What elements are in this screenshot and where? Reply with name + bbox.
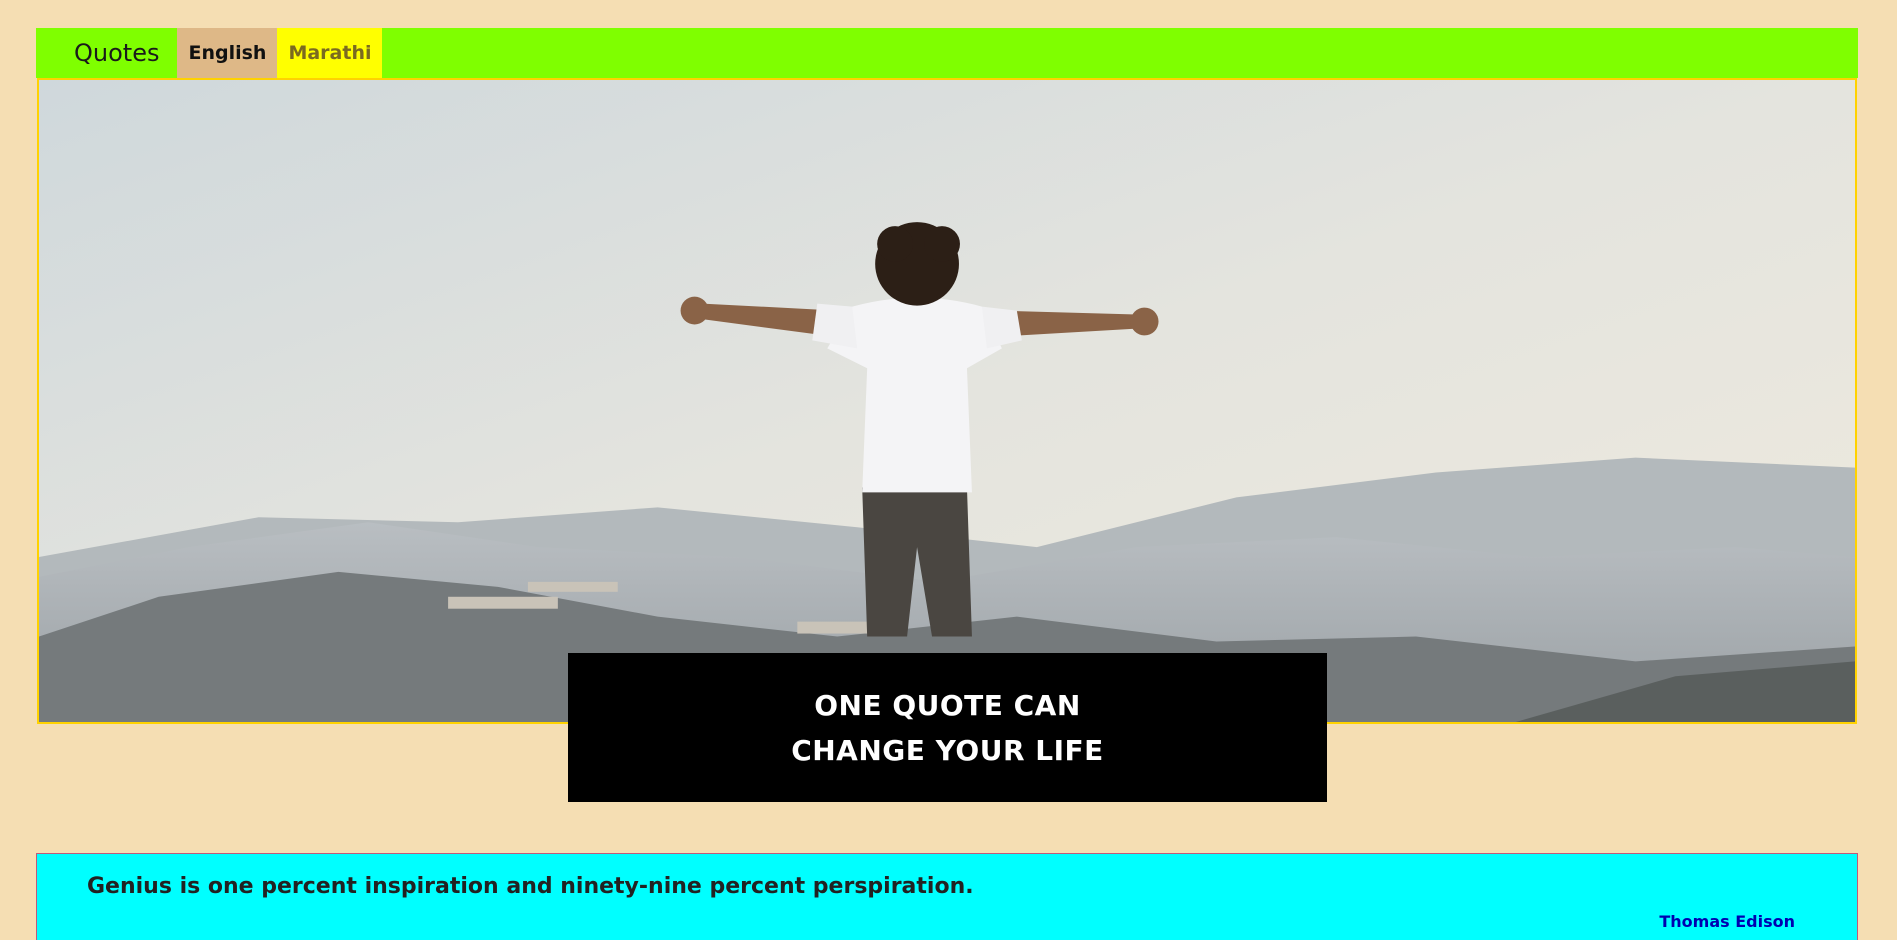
hero-caption: ONE QUOTE CAN CHANGE YOUR LIFE	[568, 653, 1327, 802]
hero-image	[37, 78, 1857, 724]
quote-text: Genius is one percent inspiration and ni…	[87, 874, 974, 899]
nav-item-marathi[interactable]: Marathi	[277, 28, 383, 78]
caption-line-2: CHANGE YOUR LIFE	[791, 733, 1104, 767]
quote-card: Genius is one percent inspiration and ni…	[36, 853, 1858, 940]
hero-illustration	[39, 80, 1855, 722]
navbar: Quotes English Marathi	[36, 28, 1858, 78]
brand-link[interactable]: Quotes	[36, 28, 177, 78]
page: Quotes English Marathi ONE QUOTE CAN CHA…	[0, 0, 1897, 940]
nav-item-english[interactable]: English	[177, 28, 278, 78]
quote-author: Thomas Edison	[1659, 912, 1795, 931]
caption-line-1: ONE QUOTE CAN	[814, 688, 1081, 722]
